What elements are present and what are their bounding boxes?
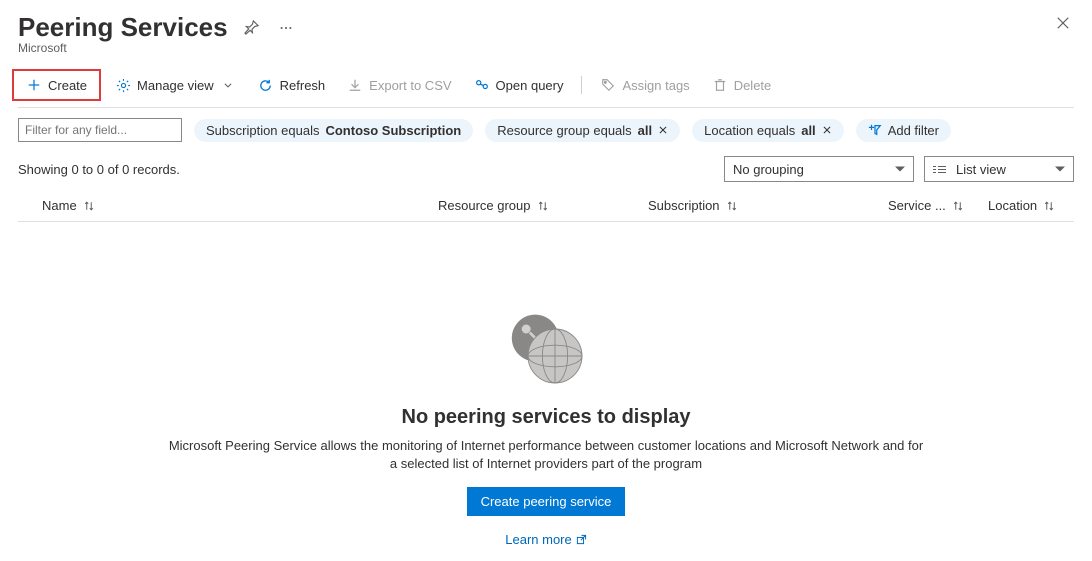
filter-resource-group-pill[interactable]: Resource group equals all bbox=[485, 119, 680, 142]
column-subscription[interactable]: Subscription bbox=[648, 198, 888, 213]
refresh-icon bbox=[258, 77, 274, 93]
filter-location-pill[interactable]: Location equals all bbox=[692, 119, 844, 142]
column-resource-group[interactable]: Resource group bbox=[438, 198, 648, 213]
empty-state: No peering services to display Microsoft… bbox=[18, 222, 1074, 547]
filter-resource-group-label: Resource group equals bbox=[497, 123, 631, 138]
page-subtitle: Microsoft bbox=[18, 41, 1074, 55]
table-header: Name Resource group Subscription Service… bbox=[18, 190, 1074, 222]
refresh-button[interactable]: Refresh bbox=[250, 73, 334, 97]
column-resource-group-label: Resource group bbox=[438, 198, 531, 213]
filter-subscription-label: Subscription equals bbox=[206, 123, 319, 138]
open-query-button[interactable]: Open query bbox=[466, 73, 572, 97]
gear-icon bbox=[115, 77, 131, 93]
sort-icon bbox=[537, 200, 549, 212]
assign-tags-button[interactable]: Assign tags bbox=[592, 73, 697, 97]
grouping-select[interactable]: No grouping bbox=[724, 156, 914, 182]
more-icon[interactable] bbox=[275, 17, 297, 39]
column-service-provider[interactable]: Service ... bbox=[888, 198, 988, 213]
filter-subscription-pill[interactable]: Subscription equals Contoso Subscription bbox=[194, 119, 473, 142]
create-label: Create bbox=[48, 78, 87, 93]
column-location[interactable]: Location bbox=[988, 198, 1074, 213]
query-icon bbox=[474, 77, 490, 93]
view-mode-value: List view bbox=[956, 162, 1006, 177]
refresh-label: Refresh bbox=[280, 78, 326, 93]
assign-tags-label: Assign tags bbox=[622, 78, 689, 93]
view-mode-select[interactable]: List view bbox=[924, 156, 1074, 182]
records-count-text: Showing 0 to 0 of 0 records. bbox=[18, 162, 180, 177]
close-icon[interactable] bbox=[658, 125, 668, 135]
chevron-down-icon bbox=[220, 77, 236, 93]
learn-more-link[interactable]: Learn more bbox=[505, 532, 586, 547]
column-name[interactable]: Name bbox=[18, 198, 438, 213]
toolbar: Create Manage view Refresh Export to CSV bbox=[18, 65, 1074, 108]
export-csv-button[interactable]: Export to CSV bbox=[339, 73, 459, 97]
add-filter-icon bbox=[868, 123, 882, 137]
delete-button[interactable]: Delete bbox=[704, 73, 780, 97]
manage-view-label: Manage view bbox=[137, 78, 214, 93]
tag-icon bbox=[600, 77, 616, 93]
add-filter-label: Add filter bbox=[888, 123, 939, 138]
manage-view-button[interactable]: Manage view bbox=[107, 73, 244, 97]
grouping-value: No grouping bbox=[733, 162, 804, 177]
sort-icon bbox=[83, 200, 95, 212]
delete-label: Delete bbox=[734, 78, 772, 93]
column-subscription-label: Subscription bbox=[648, 198, 720, 213]
close-icon[interactable] bbox=[822, 125, 832, 135]
column-service-provider-label: Service ... bbox=[888, 198, 946, 213]
column-name-label: Name bbox=[42, 198, 77, 213]
filter-resource-group-value: all bbox=[638, 123, 652, 138]
external-link-icon bbox=[576, 534, 587, 545]
close-icon[interactable] bbox=[1052, 12, 1074, 34]
create-button[interactable]: Create bbox=[18, 73, 95, 97]
globe-icon bbox=[501, 302, 591, 392]
page-title: Peering Services bbox=[18, 12, 228, 43]
create-peering-service-button[interactable]: Create peering service bbox=[467, 487, 626, 516]
trash-icon bbox=[712, 77, 728, 93]
empty-description: Microsoft Peering Service allows the mon… bbox=[166, 437, 926, 473]
export-csv-label: Export to CSV bbox=[369, 78, 451, 93]
download-icon bbox=[347, 77, 363, 93]
learn-more-label: Learn more bbox=[505, 532, 571, 547]
sort-icon bbox=[726, 200, 738, 212]
column-location-label: Location bbox=[988, 198, 1037, 213]
toolbar-divider bbox=[581, 76, 582, 94]
list-view-icon bbox=[933, 166, 946, 173]
sort-icon bbox=[1043, 200, 1055, 212]
filter-subscription-value: Contoso Subscription bbox=[325, 123, 461, 138]
filter-location-label: Location equals bbox=[704, 123, 795, 138]
open-query-label: Open query bbox=[496, 78, 564, 93]
sort-icon bbox=[952, 200, 964, 212]
filter-input[interactable] bbox=[18, 118, 182, 142]
filter-row: Subscription equals Contoso Subscription… bbox=[18, 108, 1074, 150]
plus-icon bbox=[26, 77, 42, 93]
add-filter-button[interactable]: Add filter bbox=[856, 119, 951, 142]
filter-location-value: all bbox=[801, 123, 815, 138]
pin-icon[interactable] bbox=[240, 16, 263, 39]
empty-title: No peering services to display bbox=[402, 406, 691, 429]
